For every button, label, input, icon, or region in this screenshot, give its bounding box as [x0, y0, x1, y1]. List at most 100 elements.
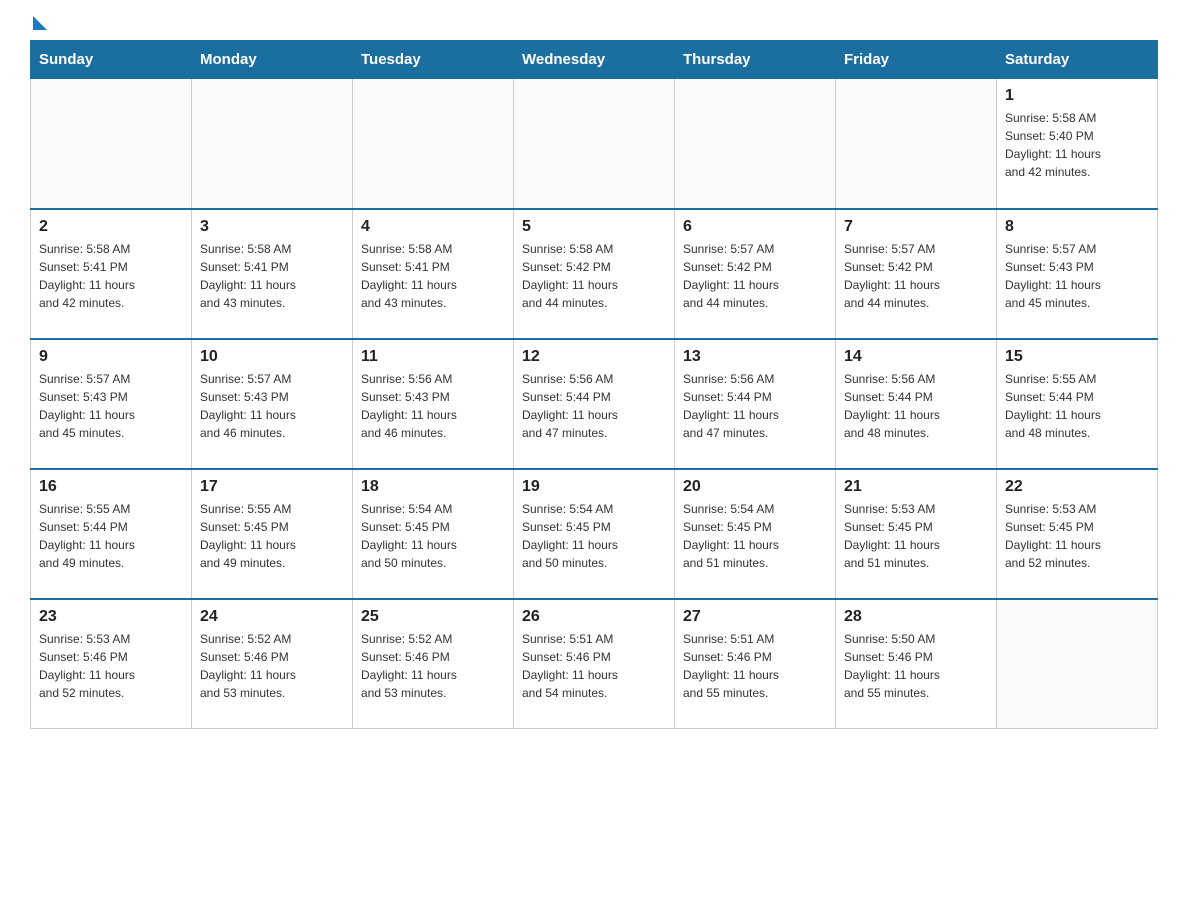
- day-info: Sunrise: 5:52 AMSunset: 5:46 PMDaylight:…: [361, 630, 505, 702]
- day-info: Sunrise: 5:54 AMSunset: 5:45 PMDaylight:…: [683, 500, 827, 572]
- calendar-cell: 15 Sunrise: 5:55 AMSunset: 5:44 PMDayligh…: [997, 339, 1158, 469]
- weekday-header-sunday: Sunday: [31, 41, 192, 79]
- day-number: 9: [39, 348, 183, 366]
- day-info: Sunrise: 5:58 AMSunset: 5:40 PMDaylight:…: [1005, 109, 1149, 181]
- weekday-header-monday: Monday: [192, 41, 353, 79]
- calendar-cell: 6 Sunrise: 5:57 AMSunset: 5:42 PMDaylight…: [675, 209, 836, 339]
- calendar-cell: 20 Sunrise: 5:54 AMSunset: 5:45 PMDayligh…: [675, 469, 836, 599]
- day-number: 11: [361, 348, 505, 366]
- day-number: 16: [39, 478, 183, 496]
- page-header: [30, 20, 1158, 30]
- day-info: Sunrise: 5:55 AMSunset: 5:44 PMDaylight:…: [1005, 370, 1149, 442]
- day-info: Sunrise: 5:56 AMSunset: 5:44 PMDaylight:…: [844, 370, 988, 442]
- calendar-cell: 14 Sunrise: 5:56 AMSunset: 5:44 PMDayligh…: [836, 339, 997, 469]
- day-number: 23: [39, 608, 183, 626]
- calendar-cell: 21 Sunrise: 5:53 AMSunset: 5:45 PMDayligh…: [836, 469, 997, 599]
- day-info: Sunrise: 5:55 AMSunset: 5:45 PMDaylight:…: [200, 500, 344, 572]
- calendar-cell: [997, 599, 1158, 729]
- weekday-header-saturday: Saturday: [997, 41, 1158, 79]
- calendar-cell: 5Sunrise: 5:58 AMSunset: 5:42 PMDaylight…: [514, 209, 675, 339]
- calendar-cell: 27Sunrise: 5:51 AMSunset: 5:46 PMDayligh…: [675, 599, 836, 729]
- calendar-cell: 17 Sunrise: 5:55 AMSunset: 5:45 PMDayligh…: [192, 469, 353, 599]
- day-number: 15: [1005, 348, 1149, 366]
- calendar-cell: 4 Sunrise: 5:58 AMSunset: 5:41 PMDaylight…: [353, 209, 514, 339]
- calendar-week-row: 2 Sunrise: 5:58 AMSunset: 5:41 PMDaylight…: [31, 209, 1158, 339]
- day-number: 22: [1005, 478, 1149, 496]
- calendar-cell: [836, 79, 997, 209]
- calendar-cell: 11 Sunrise: 5:56 AMSunset: 5:43 PMDayligh…: [353, 339, 514, 469]
- calendar-cell: 9 Sunrise: 5:57 AMSunset: 5:43 PMDaylight…: [31, 339, 192, 469]
- calendar-cell: 3 Sunrise: 5:58 AMSunset: 5:41 PMDaylight…: [192, 209, 353, 339]
- day-number: 4: [361, 218, 505, 236]
- day-number: 24: [200, 608, 344, 626]
- calendar-cell: 19 Sunrise: 5:54 AMSunset: 5:45 PMDayligh…: [514, 469, 675, 599]
- day-info: Sunrise: 5:54 AMSunset: 5:45 PMDaylight:…: [361, 500, 505, 572]
- day-info: Sunrise: 5:56 AMSunset: 5:44 PMDaylight:…: [522, 370, 666, 442]
- day-number: 28: [844, 608, 988, 626]
- calendar-cell: 8 Sunrise: 5:57 AMSunset: 5:43 PMDaylight…: [997, 209, 1158, 339]
- calendar-week-row: 16 Sunrise: 5:55 AMSunset: 5:44 PMDayligh…: [31, 469, 1158, 599]
- calendar-table: SundayMondayTuesdayWednesdayThursdayFrid…: [30, 40, 1158, 729]
- day-number: 20: [683, 478, 827, 496]
- calendar-cell: 26 Sunrise: 5:51 AMSunset: 5:46 PMDayligh…: [514, 599, 675, 729]
- day-number: 7: [844, 218, 988, 236]
- day-number: 13: [683, 348, 827, 366]
- weekday-header-friday: Friday: [836, 41, 997, 79]
- calendar-cell: [192, 79, 353, 209]
- calendar-cell: 10 Sunrise: 5:57 AMSunset: 5:43 PMDayligh…: [192, 339, 353, 469]
- calendar-cell: 22 Sunrise: 5:53 AMSunset: 5:45 PMDayligh…: [997, 469, 1158, 599]
- day-info: Sunrise: 5:50 AMSunset: 5:46 PMDaylight:…: [844, 630, 988, 702]
- day-number: 17: [200, 478, 344, 496]
- calendar-cell: 12 Sunrise: 5:56 AMSunset: 5:44 PMDayligh…: [514, 339, 675, 469]
- day-number: 8: [1005, 218, 1149, 236]
- day-info: Sunrise: 5:51 AMSunset: 5:46 PMDaylight:…: [522, 630, 666, 702]
- day-info: Sunrise: 5:56 AMSunset: 5:44 PMDaylight:…: [683, 370, 827, 442]
- day-number: 21: [844, 478, 988, 496]
- calendar-week-row: 9 Sunrise: 5:57 AMSunset: 5:43 PMDaylight…: [31, 339, 1158, 469]
- weekday-header-thursday: Thursday: [675, 41, 836, 79]
- day-number: 27: [683, 608, 827, 626]
- day-info: Sunrise: 5:57 AMSunset: 5:43 PMDaylight:…: [1005, 240, 1149, 312]
- calendar-cell: 23 Sunrise: 5:53 AMSunset: 5:46 PMDayligh…: [31, 599, 192, 729]
- day-info: Sunrise: 5:57 AMSunset: 5:42 PMDaylight:…: [683, 240, 827, 312]
- logo-arrow-icon: [33, 16, 47, 30]
- day-info: Sunrise: 5:54 AMSunset: 5:45 PMDaylight:…: [522, 500, 666, 572]
- calendar-cell: 28 Sunrise: 5:50 AMSunset: 5:46 PMDayligh…: [836, 599, 997, 729]
- day-number: 3: [200, 218, 344, 236]
- weekday-header-row: SundayMondayTuesdayWednesdayThursdayFrid…: [31, 41, 1158, 79]
- day-info: Sunrise: 5:58 AMSunset: 5:42 PMDaylight:…: [522, 240, 666, 312]
- day-info: Sunrise: 5:56 AMSunset: 5:43 PMDaylight:…: [361, 370, 505, 442]
- day-info: Sunrise: 5:57 AMSunset: 5:43 PMDaylight:…: [39, 370, 183, 442]
- day-info: Sunrise: 5:58 AMSunset: 5:41 PMDaylight:…: [361, 240, 505, 312]
- calendar-cell: [675, 79, 836, 209]
- calendar-cell: 16 Sunrise: 5:55 AMSunset: 5:44 PMDayligh…: [31, 469, 192, 599]
- day-number: 19: [522, 478, 666, 496]
- day-number: 26: [522, 608, 666, 626]
- calendar-cell: 7 Sunrise: 5:57 AMSunset: 5:42 PMDaylight…: [836, 209, 997, 339]
- day-number: 6: [683, 218, 827, 236]
- calendar-cell: 18Sunrise: 5:54 AMSunset: 5:45 PMDayligh…: [353, 469, 514, 599]
- day-info: Sunrise: 5:53 AMSunset: 5:45 PMDaylight:…: [1005, 500, 1149, 572]
- day-info: Sunrise: 5:57 AMSunset: 5:42 PMDaylight:…: [844, 240, 988, 312]
- day-info: Sunrise: 5:53 AMSunset: 5:46 PMDaylight:…: [39, 630, 183, 702]
- weekday-header-wednesday: Wednesday: [514, 41, 675, 79]
- day-number: 12: [522, 348, 666, 366]
- day-info: Sunrise: 5:55 AMSunset: 5:44 PMDaylight:…: [39, 500, 183, 572]
- day-number: 2: [39, 218, 183, 236]
- day-number: 10: [200, 348, 344, 366]
- calendar-cell: [514, 79, 675, 209]
- day-info: Sunrise: 5:57 AMSunset: 5:43 PMDaylight:…: [200, 370, 344, 442]
- day-info: Sunrise: 5:52 AMSunset: 5:46 PMDaylight:…: [200, 630, 344, 702]
- day-number: 14: [844, 348, 988, 366]
- calendar-cell: [31, 79, 192, 209]
- calendar-cell: 24 Sunrise: 5:52 AMSunset: 5:46 PMDayligh…: [192, 599, 353, 729]
- day-number: 25: [361, 608, 505, 626]
- day-info: Sunrise: 5:53 AMSunset: 5:45 PMDaylight:…: [844, 500, 988, 572]
- logo: [30, 20, 47, 30]
- calendar-cell: 25 Sunrise: 5:52 AMSunset: 5:46 PMDayligh…: [353, 599, 514, 729]
- calendar-cell: 13 Sunrise: 5:56 AMSunset: 5:44 PMDayligh…: [675, 339, 836, 469]
- calendar-cell: 2Sunrise: 5:58 AMSunset: 5:41 PMDaylight…: [31, 209, 192, 339]
- day-info: Sunrise: 5:58 AMSunset: 5:41 PMDaylight:…: [200, 240, 344, 312]
- weekday-header-tuesday: Tuesday: [353, 41, 514, 79]
- calendar-cell: 1Sunrise: 5:58 AMSunset: 5:40 PMDaylight…: [997, 79, 1158, 209]
